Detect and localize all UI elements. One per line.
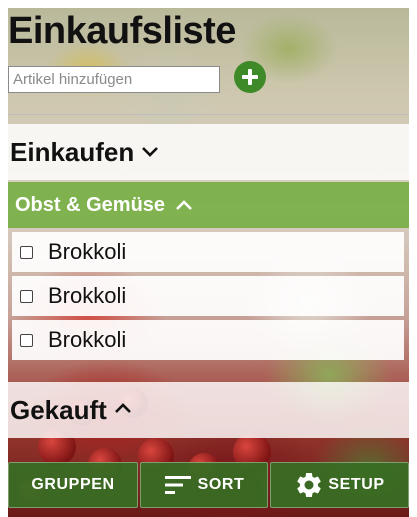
section-shopping-label: Einkaufen [10, 136, 135, 167]
section-purchased[interactable]: Gekauft [8, 382, 409, 438]
item-checkbox[interactable] [20, 245, 33, 259]
list-item[interactable]: Brokkoli [12, 276, 404, 316]
sort-button[interactable]: SORT [140, 462, 268, 508]
item-checkbox[interactable] [20, 333, 33, 347]
section-shopping[interactable]: Einkaufen [8, 124, 409, 180]
chevron-down-icon [142, 147, 159, 157]
groups-button-label: GRUPPEN [31, 476, 115, 493]
item-label: Brokkoli [48, 239, 127, 264]
plus-icon [242, 69, 258, 85]
group-header-produce[interactable]: Obst & Gemüse [8, 182, 409, 228]
item-checkbox[interactable] [20, 289, 33, 303]
list-item[interactable]: Brokkoli [12, 320, 404, 360]
chevron-up-icon [114, 403, 131, 413]
list-item[interactable]: Brokkoli [12, 232, 404, 272]
item-label: Brokkoli [48, 283, 127, 308]
chevron-up-icon [176, 200, 192, 210]
setup-button[interactable]: SETUP [270, 462, 409, 508]
sort-button-label: SORT [197, 476, 245, 493]
gear-icon [297, 472, 322, 497]
header-divider [8, 114, 409, 115]
add-item-button[interactable] [234, 61, 266, 93]
setup-button-label: SETUP [328, 476, 385, 493]
section-purchased-label: Gekauft [10, 394, 107, 425]
groups-button[interactable]: GRUPPEN [8, 462, 138, 508]
page-title: Einkaufsliste [8, 10, 236, 52]
group-label: Obst & Gemüse [15, 193, 166, 216]
add-item-input[interactable] [8, 66, 220, 93]
item-label: Brokkoli [48, 327, 127, 352]
sort-icon [164, 476, 191, 494]
